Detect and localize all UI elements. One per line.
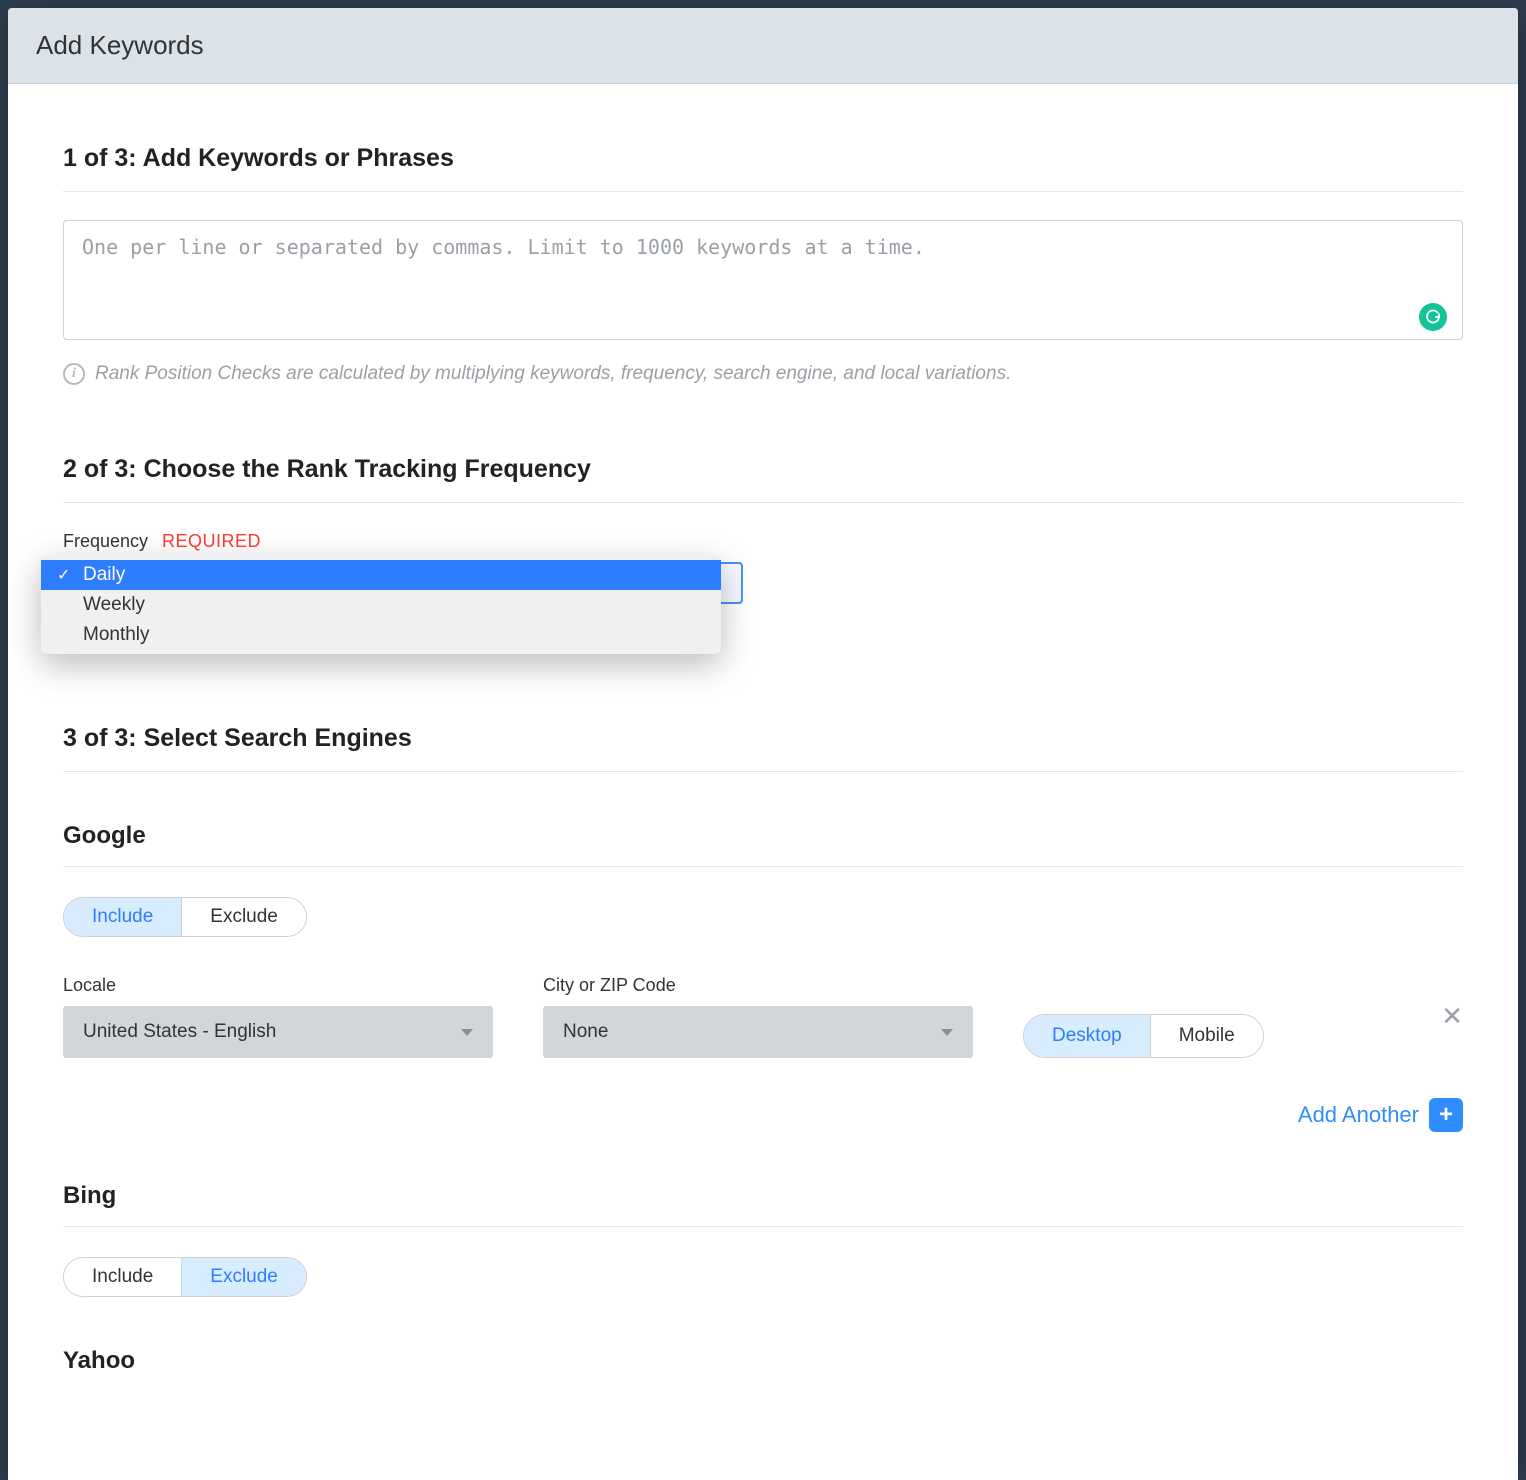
frequency-select-wrap: ✓ Daily Weekly Monthly	[63, 562, 1463, 604]
google-device-toggle: Desktop Mobile	[1023, 1014, 1264, 1058]
engine-google: Google Include Exclude Locale United Sta…	[63, 822, 1463, 1132]
add-another-row: Add Another +	[63, 1098, 1463, 1132]
engine-bing: Bing Include Exclude	[63, 1182, 1463, 1297]
step-3-section: 3 of 3: Select Search Engines	[63, 724, 1463, 772]
device-desktop-button[interactable]: Desktop	[1024, 1015, 1150, 1057]
check-icon: ✓	[57, 565, 83, 585]
engine-yahoo-heading: Yahoo	[63, 1347, 1463, 1375]
bing-exclude-button[interactable]: Exclude	[181, 1258, 306, 1296]
step-2-heading: 2 of 3: Choose the Rank Tracking Frequen…	[63, 455, 1463, 503]
keywords-textarea-wrap	[63, 220, 1463, 345]
step-1-section: 1 of 3: Add Keywords or Phrases i Rank P…	[63, 144, 1463, 385]
remove-locale-button[interactable]: ✕	[1441, 1001, 1463, 1032]
plus-icon[interactable]: +	[1429, 1098, 1463, 1132]
bing-include-exclude-toggle: Include Exclude	[63, 1257, 307, 1297]
required-badge: REQUIRED	[162, 531, 261, 552]
google-locale-col: Locale United States - English	[63, 975, 493, 1058]
google-include-button[interactable]: Include	[64, 898, 181, 936]
frequency-option-monthly[interactable]: Monthly	[41, 620, 721, 650]
locale-label: Locale	[63, 975, 493, 996]
frequency-option-label: Daily	[83, 564, 711, 586]
google-city-col: City or ZIP Code None	[543, 975, 973, 1058]
add-another-link[interactable]: Add Another	[1298, 1102, 1419, 1128]
google-include-exclude-toggle: Include Exclude	[63, 897, 307, 937]
city-select[interactable]: None	[543, 1006, 973, 1058]
device-mobile-button[interactable]: Mobile	[1150, 1015, 1263, 1057]
locale-select[interactable]: United States - English	[63, 1006, 493, 1058]
step-3-heading: 3 of 3: Select Search Engines	[63, 724, 1463, 772]
step-2-section: 2 of 3: Choose the Rank Tracking Frequen…	[63, 455, 1463, 604]
modal-body: 1 of 3: Add Keywords or Phrases i Rank P…	[8, 84, 1518, 1480]
frequency-option-label: Weekly	[83, 594, 711, 616]
frequency-label-row: Frequency REQUIRED	[63, 531, 1463, 552]
frequency-option-label: Monthly	[83, 624, 711, 646]
keywords-input[interactable]	[63, 220, 1463, 340]
step-1-hint: Rank Position Checks are calculated by m…	[95, 363, 1011, 385]
city-value: None	[563, 1021, 608, 1043]
city-label: City or ZIP Code	[543, 975, 973, 996]
frequency-option-weekly[interactable]: Weekly	[41, 590, 721, 620]
step-1-hint-row: i Rank Position Checks are calculated by…	[63, 363, 1463, 385]
engine-google-heading: Google	[63, 822, 1463, 867]
modal-title: Add Keywords	[8, 8, 1518, 84]
bing-include-button[interactable]: Include	[64, 1258, 181, 1296]
google-device-col: Desktop Mobile	[1023, 1014, 1264, 1058]
add-keywords-modal: Add Keywords 1 of 3: Add Keywords or Phr…	[8, 8, 1518, 1480]
engine-yahoo: Yahoo	[63, 1347, 1463, 1375]
frequency-dropdown: ✓ Daily Weekly Monthly	[41, 556, 721, 654]
step-1-heading: 1 of 3: Add Keywords or Phrases	[63, 144, 1463, 192]
chevron-down-icon	[461, 1029, 473, 1036]
frequency-option-daily[interactable]: ✓ Daily	[41, 560, 721, 590]
google-exclude-button[interactable]: Exclude	[181, 898, 306, 936]
google-locale-row: Locale United States - English City or Z…	[63, 975, 1463, 1058]
chevron-down-icon	[941, 1029, 953, 1036]
engine-bing-heading: Bing	[63, 1182, 1463, 1227]
locale-value: United States - English	[83, 1021, 276, 1043]
frequency-label: Frequency	[63, 531, 148, 552]
grammarly-icon[interactable]	[1419, 303, 1447, 331]
info-icon: i	[63, 363, 85, 385]
